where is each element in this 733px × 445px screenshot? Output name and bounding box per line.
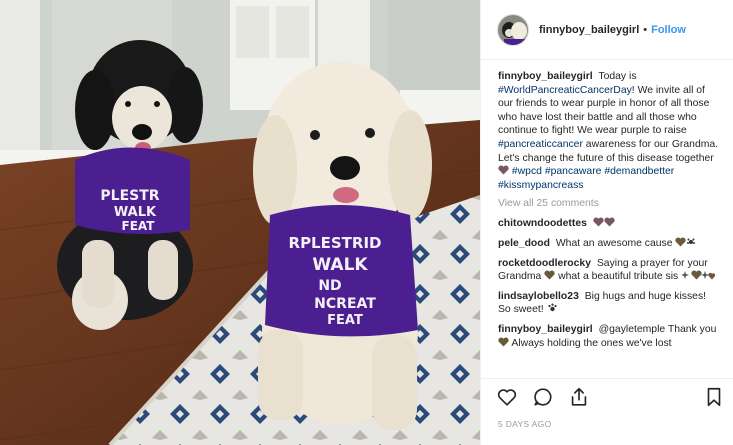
caption-username[interactable]: finnyboy_baileygirl <box>498 71 593 82</box>
left-shirt-text-1: PLESTR <box>100 188 159 204</box>
hashtag-pancreatic-cancer[interactable]: #pancreaticcancer <box>498 139 583 150</box>
comment-username[interactable]: rocketdoodlerocky <box>498 258 591 269</box>
header-separator: • <box>643 23 648 36</box>
paw-emoji-icon <box>547 303 558 315</box>
header-username[interactable]: finnyboy_baileygirl <box>539 24 639 36</box>
purple-heart-emoji-icon <box>593 217 615 229</box>
comment-text: What an awesome cause <box>555 237 673 249</box>
bookmark-icon <box>707 387 721 407</box>
follow-button[interactable]: Follow <box>651 24 686 36</box>
right-shirt-text-2: WALK <box>312 255 368 275</box>
right-shirt-text-3: ND <box>318 278 341 294</box>
comment-item: rocketdoodlerocky Saying a prayer for yo… <box>498 257 720 284</box>
view-all-comments-link[interactable]: View all 25 comments <box>498 198 720 209</box>
right-shirt-text-4: NCREAT <box>314 296 376 312</box>
post-header: finnyboy_baileygirl • Follow <box>481 0 733 60</box>
like-button[interactable] <box>495 385 519 409</box>
caption-text-1: Today is <box>598 71 637 82</box>
comment-username[interactable]: chitowndoodettes <box>498 218 587 229</box>
post-photo[interactable]: PLESTR WALK FEAT RPLESTRID WALK ND NCREA… <box>0 0 480 445</box>
post-caption: finnyboy_baileygirl Today is #WorldPancr… <box>498 70 720 192</box>
photo-illustration: PLESTR WALK FEAT RPLESTRID WALK ND NCREA… <box>0 0 480 445</box>
share-button[interactable] <box>567 385 591 409</box>
comment-username[interactable]: finnyboy_baileygirl <box>498 324 593 335</box>
comment-username[interactable]: pele_dood <box>498 238 550 249</box>
comment-item: chitowndoodettes <box>498 217 720 231</box>
sparkle-hearts-emoji-icon <box>681 270 716 282</box>
avatar[interactable] <box>497 13 529 46</box>
comment-text: what a beautiful tribute sis <box>558 271 679 283</box>
save-button[interactable] <box>702 385 726 409</box>
avatar-dogs-icon <box>498 14 528 45</box>
share-icon <box>571 387 587 406</box>
comment-text: @gayletemple Thank you <box>598 323 717 335</box>
hashtag-pancaware[interactable]: #pancaware <box>545 166 602 177</box>
left-shirt-text-3: FEAT <box>122 219 156 233</box>
heart-emoji-icon <box>498 337 509 349</box>
right-shirt-text-1: RPLESTRID <box>289 234 382 252</box>
action-bar <box>481 378 733 414</box>
post-side-panel: finnyboy_baileygirl • Follow finnyboy_ba… <box>480 0 733 445</box>
comment-button[interactable] <box>531 385 555 409</box>
left-shirt-text-2: WALK <box>114 205 157 220</box>
hashtag-world-pancreatic-cancer-day[interactable]: #WorldPancreaticCancerDay <box>498 85 632 96</box>
post-timestamp[interactable]: 5 DAYS AGO <box>498 419 551 429</box>
hashtag-demandbetter[interactable]: #demandbetter <box>604 166 674 177</box>
comment-icon <box>534 387 552 406</box>
hashtag-wpcd[interactable]: #wpcd <box>512 166 542 177</box>
instagram-post: PLESTR WALK FEAT RPLESTRID WALK ND NCREA… <box>0 0 733 445</box>
comment-text: Always holding the ones we've lost <box>511 337 672 349</box>
heart-icon <box>497 388 517 406</box>
hashtag-kissmypancreass[interactable]: #kissmypancreass <box>498 180 583 191</box>
comment-item: pele_dood What an awesome cause <box>498 237 720 251</box>
comment-username[interactable]: lindsaylobello23 <box>498 291 579 302</box>
comments-area[interactable]: finnyboy_baileygirl Today is #WorldPancr… <box>481 60 733 378</box>
right-shirt-text-5: FEAT <box>327 313 363 328</box>
comment-item: lindsaylobello23 Big hugs and huge kisse… <box>498 290 720 317</box>
purple-heart-emoji-icon <box>498 165 509 177</box>
heart-paw-emoji-icon <box>675 237 697 249</box>
comment-item: finnyboy_baileygirl @gayletemple Thank y… <box>498 323 720 350</box>
heart-emoji-icon <box>544 270 555 282</box>
